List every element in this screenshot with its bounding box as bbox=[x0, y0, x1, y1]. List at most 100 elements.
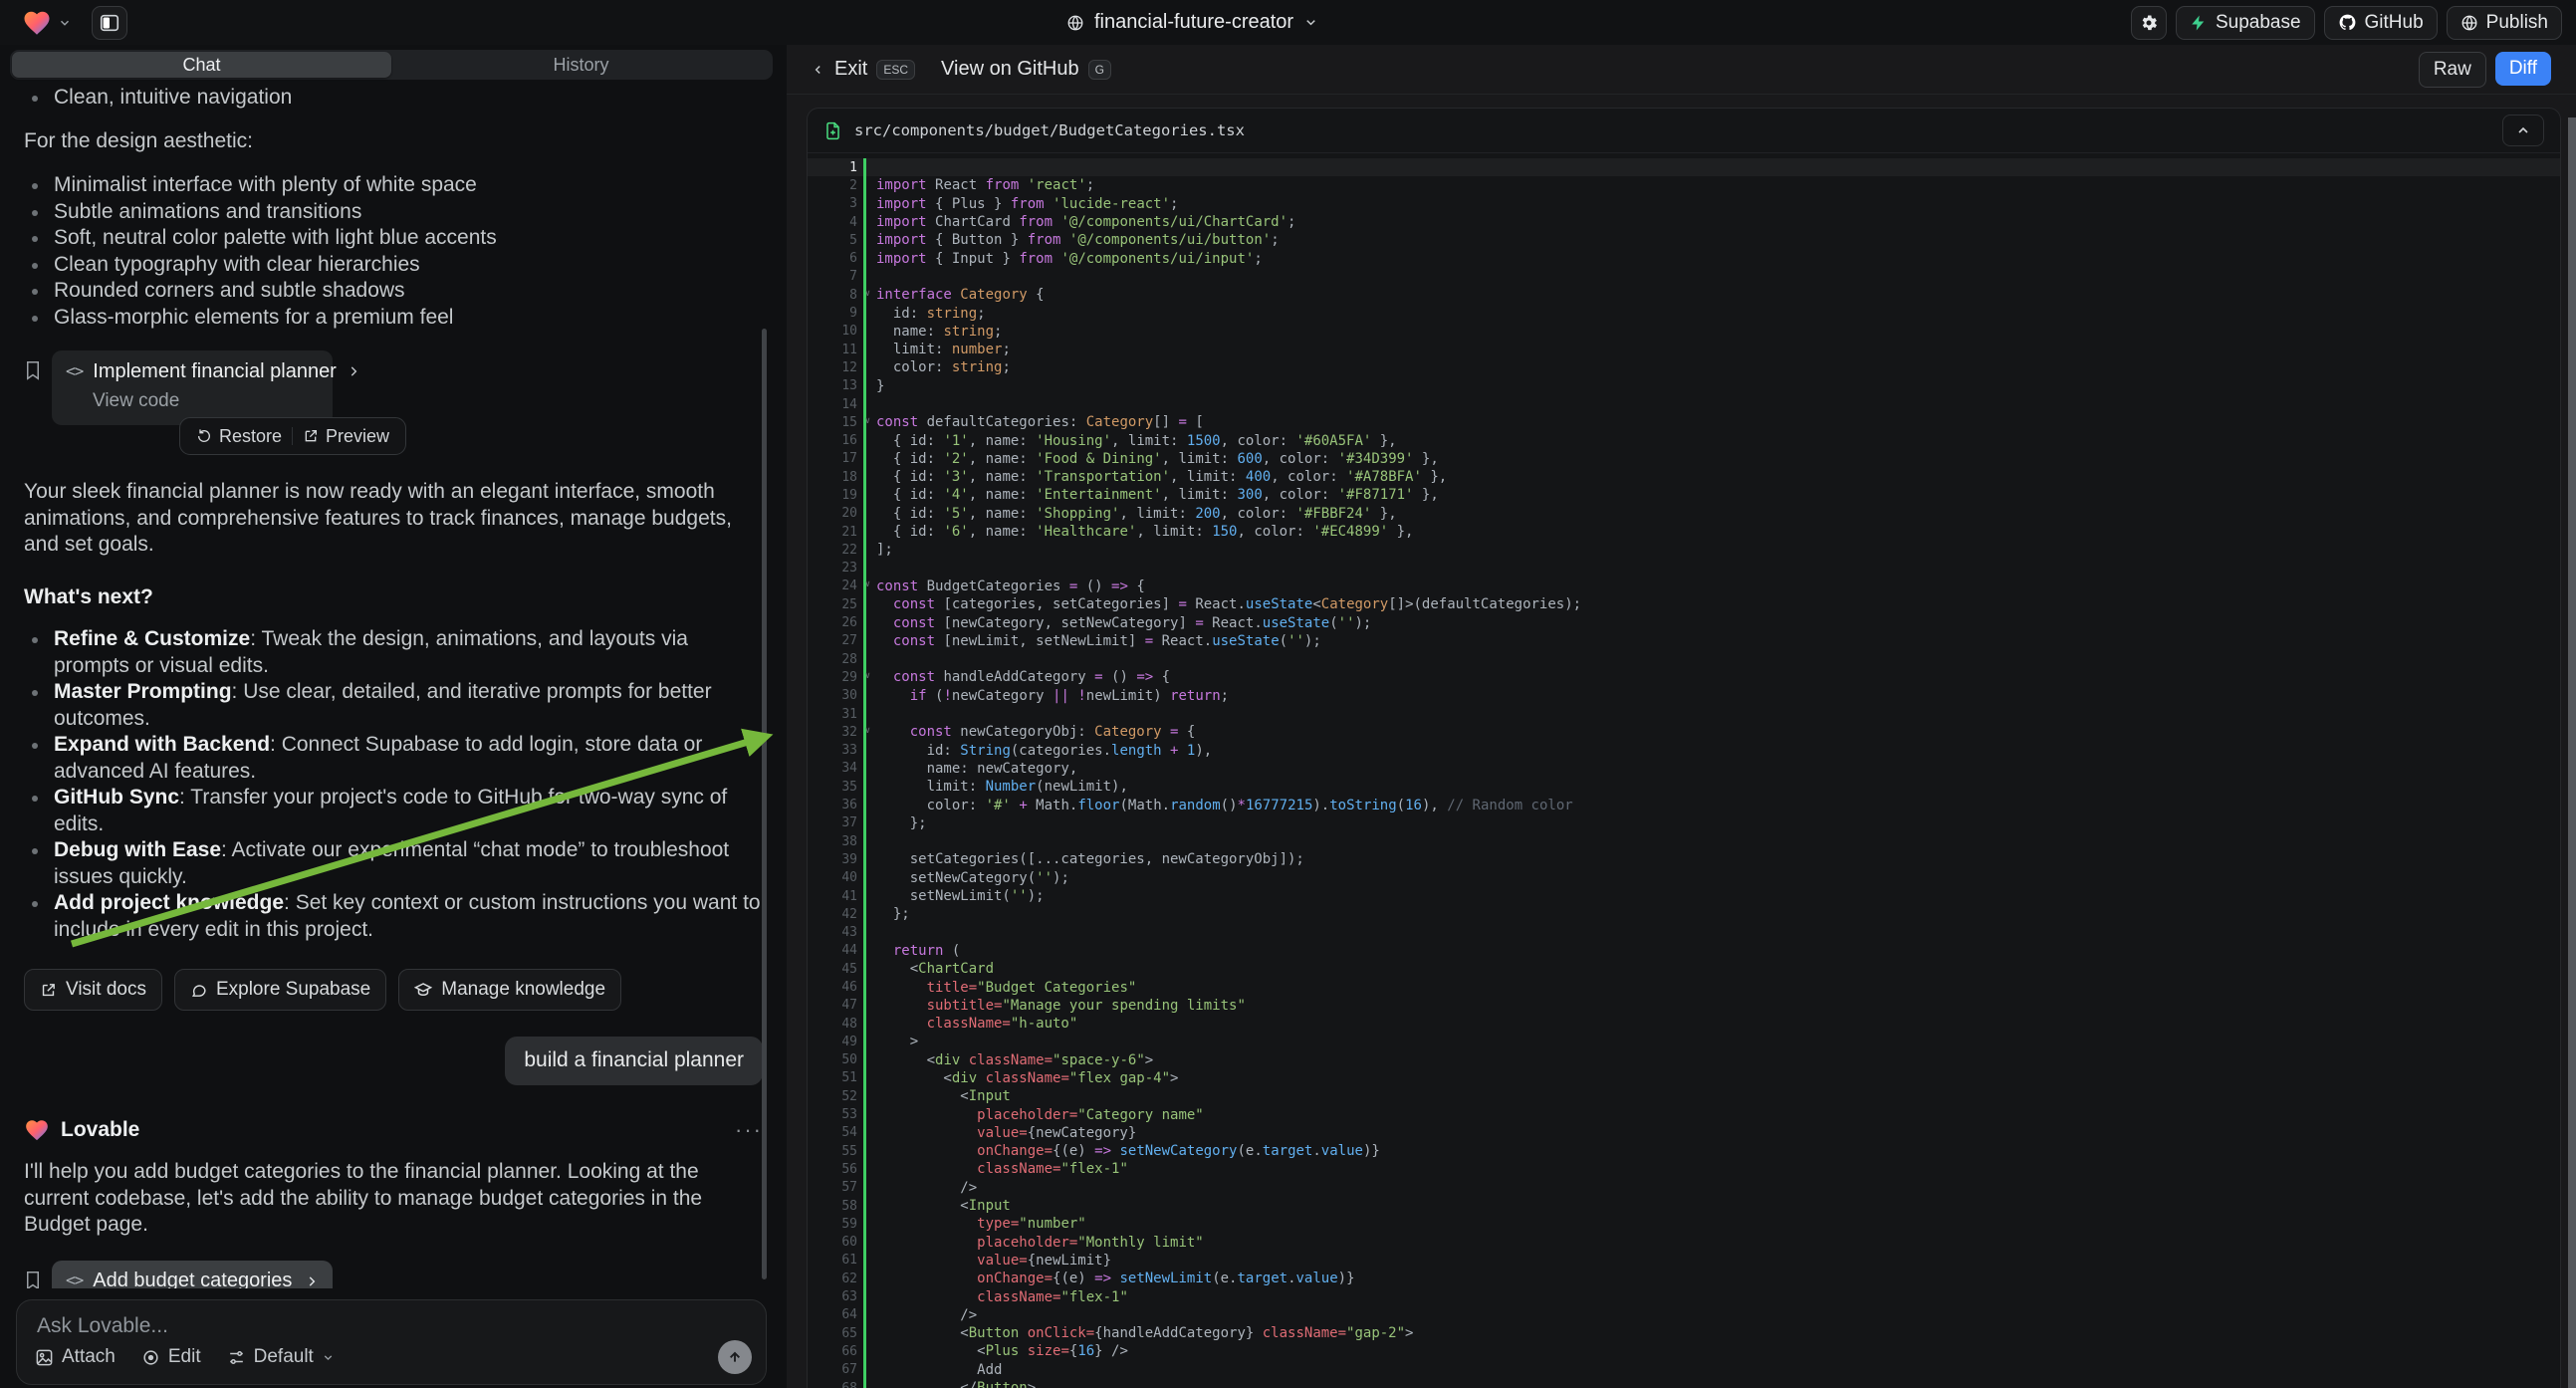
explore-supabase-button[interactable]: Explore Supabase bbox=[174, 969, 386, 1011]
list-item: Rounded corners and subtle shadows bbox=[24, 278, 763, 305]
code-line: 27 const [newLimit, setNewLimit] = React… bbox=[808, 632, 2560, 650]
code-line: 47 subtitle="Manage your spending limits… bbox=[808, 997, 2560, 1015]
code-line: 60 placeholder="Monthly limit" bbox=[808, 1234, 2560, 1252]
code-line: 62 onChange={(e) => setNewLimit(e.target… bbox=[808, 1270, 2560, 1287]
line-number: 34 bbox=[808, 761, 863, 776]
line-number: 63 bbox=[808, 1289, 863, 1304]
prompt-input-placeholder[interactable]: Ask Lovable... bbox=[37, 1314, 168, 1338]
workspace-chevron-down-icon[interactable] bbox=[58, 16, 72, 30]
code-text: <Button onClick={handleAddCategory} clas… bbox=[866, 1325, 1413, 1341]
supabase-button[interactable]: Supabase bbox=[2176, 6, 2315, 40]
tab-chat[interactable]: Chat bbox=[12, 52, 391, 78]
line-number: 12 bbox=[808, 360, 863, 375]
collapse-file-button[interactable] bbox=[2502, 115, 2544, 146]
code-text: > bbox=[866, 1034, 918, 1049]
bookmark-icon[interactable] bbox=[24, 1269, 42, 1289]
code-line: 11 limit: number; bbox=[808, 341, 2560, 358]
user-message-bubble: build a financial planner bbox=[505, 1037, 763, 1085]
line-number: 22 bbox=[808, 543, 863, 558]
code-text: const handleAddCategory = () => { bbox=[866, 669, 1170, 685]
code-line: 46 title="Budget Categories" bbox=[808, 978, 2560, 996]
tab-history[interactable]: History bbox=[391, 52, 771, 78]
project-switcher[interactable]: financial-future-creator bbox=[1066, 0, 1318, 45]
publish-button[interactable]: Publish bbox=[2447, 6, 2562, 40]
list-item: Expand with Backend: Connect Supabase to… bbox=[24, 732, 763, 785]
code-line: 56 className="flex-1" bbox=[808, 1160, 2560, 1178]
code-panel-scrollbar[interactable] bbox=[2568, 117, 2576, 1388]
view-on-github-button[interactable]: View on GitHub G bbox=[941, 58, 1111, 81]
line-number: 11 bbox=[808, 343, 863, 357]
line-number: 57 bbox=[808, 1180, 863, 1195]
code-text: return ( bbox=[866, 943, 960, 959]
restore-button[interactable]: Restore bbox=[186, 423, 292, 450]
code-line: 34 name: newCategory, bbox=[808, 760, 2560, 778]
visit-docs-button[interactable]: Visit docs bbox=[24, 969, 162, 1011]
view-code-link[interactable]: View code bbox=[93, 388, 319, 415]
code-content[interactable]: 12import React from 'react';3import { Pl… bbox=[808, 153, 2560, 1388]
github-button[interactable]: GitHub bbox=[2324, 6, 2438, 40]
bookmark-icon[interactable] bbox=[24, 358, 42, 382]
edit-card-add-budget-categories[interactable]: <> Add budget categories View code bbox=[52, 1261, 333, 1289]
top-bar: financial-future-creator Supabase GitHub bbox=[0, 0, 2576, 45]
fold-chevron-icon[interactable]: ∨ bbox=[865, 416, 870, 426]
manage-knowledge-button[interactable]: Manage knowledge bbox=[398, 969, 621, 1011]
list-item: Soft, neutral color palette with light b… bbox=[24, 225, 763, 252]
attach-button[interactable]: Attach bbox=[35, 1346, 116, 1368]
code-text: }; bbox=[866, 906, 910, 922]
fold-chevron-icon[interactable]: ∨ bbox=[865, 579, 870, 589]
code-text: limit: Number(newLimit), bbox=[866, 779, 1128, 795]
code-line: 38 bbox=[808, 832, 2560, 850]
code-line: 49 > bbox=[808, 1033, 2560, 1050]
line-number: 46 bbox=[808, 980, 863, 995]
preview-button[interactable]: Preview bbox=[293, 423, 399, 450]
code-text: Add bbox=[866, 1362, 1002, 1378]
line-number: 44 bbox=[808, 943, 863, 958]
line-number: 49 bbox=[808, 1035, 863, 1049]
send-button[interactable] bbox=[718, 1340, 752, 1374]
edit-mode-button[interactable]: Edit bbox=[141, 1346, 201, 1368]
whats-next-list: Refine & Customize: Tweak the design, an… bbox=[24, 626, 763, 943]
model-selector[interactable]: Default bbox=[227, 1346, 335, 1368]
edit-card-implement-financial-planner[interactable]: <> Implement financial planner View code bbox=[52, 350, 333, 425]
exit-button[interactable]: Exit ESC bbox=[812, 58, 915, 81]
line-number: 36 bbox=[808, 798, 863, 812]
code-text: subtitle="Manage your spending limits" bbox=[866, 998, 1246, 1014]
code-text: import { Button } from '@/components/ui/… bbox=[866, 232, 1280, 248]
lovable-heart-logo[interactable] bbox=[22, 8, 52, 38]
code-line: 8∨interface Category { bbox=[808, 286, 2560, 304]
toggle-sidebar-button[interactable] bbox=[92, 6, 127, 40]
code-line: 13} bbox=[808, 377, 2560, 395]
line-number: 48 bbox=[808, 1017, 863, 1032]
fold-chevron-icon[interactable]: ∨ bbox=[865, 289, 870, 299]
file-header[interactable]: src/components/budget/BudgetCategories.t… bbox=[808, 109, 2560, 153]
fold-chevron-icon[interactable]: ∨ bbox=[865, 671, 870, 681]
code-line: 40 setNewCategory(''); bbox=[808, 869, 2560, 887]
line-number: 37 bbox=[808, 815, 863, 830]
code-line: 48 className="h-auto" bbox=[808, 1015, 2560, 1033]
raw-toggle-button[interactable]: Raw bbox=[2419, 52, 2486, 88]
line-number: 21 bbox=[808, 525, 863, 540]
code-line: 12 color: string; bbox=[808, 358, 2560, 376]
code-line: 43 bbox=[808, 923, 2560, 941]
line-number: 16 bbox=[808, 433, 863, 448]
code-text: const [newCategory, setNewCategory] = Re… bbox=[866, 615, 1371, 631]
message-options-button[interactable]: ··· bbox=[735, 1117, 763, 1144]
prompt-input-box[interactable]: Ask Lovable... Attach Edit Default bbox=[16, 1299, 767, 1385]
list-item: Clean typography with clear hierarchies bbox=[24, 252, 763, 279]
chat-messages[interactable]: Clean, intuitive navigation For the desi… bbox=[0, 85, 787, 1288]
assistant-paragraph: Your sleek financial planner is now read… bbox=[24, 479, 756, 559]
code-line: 3import { Plus } from 'lucide-react'; bbox=[808, 195, 2560, 213]
line-number: 33 bbox=[808, 743, 863, 758]
fold-chevron-icon[interactable]: ∨ bbox=[865, 726, 870, 736]
settings-gear-button[interactable] bbox=[2131, 6, 2167, 40]
line-number: 4 bbox=[808, 215, 863, 230]
code-text: onChange={(e) => setNewLimit(e.target.va… bbox=[866, 1271, 1355, 1286]
line-number: 29∨ bbox=[808, 670, 863, 685]
whats-next-heading: What's next? bbox=[24, 584, 763, 611]
file-path: src/components/budget/BudgetCategories.t… bbox=[854, 121, 2490, 139]
code-text: { id: '6', name: 'Healthcare', limit: 15… bbox=[866, 524, 1414, 540]
code-line: 35 limit: Number(newLimit), bbox=[808, 778, 2560, 796]
code-text: { id: '4', name: 'Entertainment', limit:… bbox=[866, 487, 1439, 503]
diff-toggle-button[interactable]: Diff bbox=[2495, 52, 2551, 86]
chat-scrollbar[interactable] bbox=[762, 329, 767, 1279]
